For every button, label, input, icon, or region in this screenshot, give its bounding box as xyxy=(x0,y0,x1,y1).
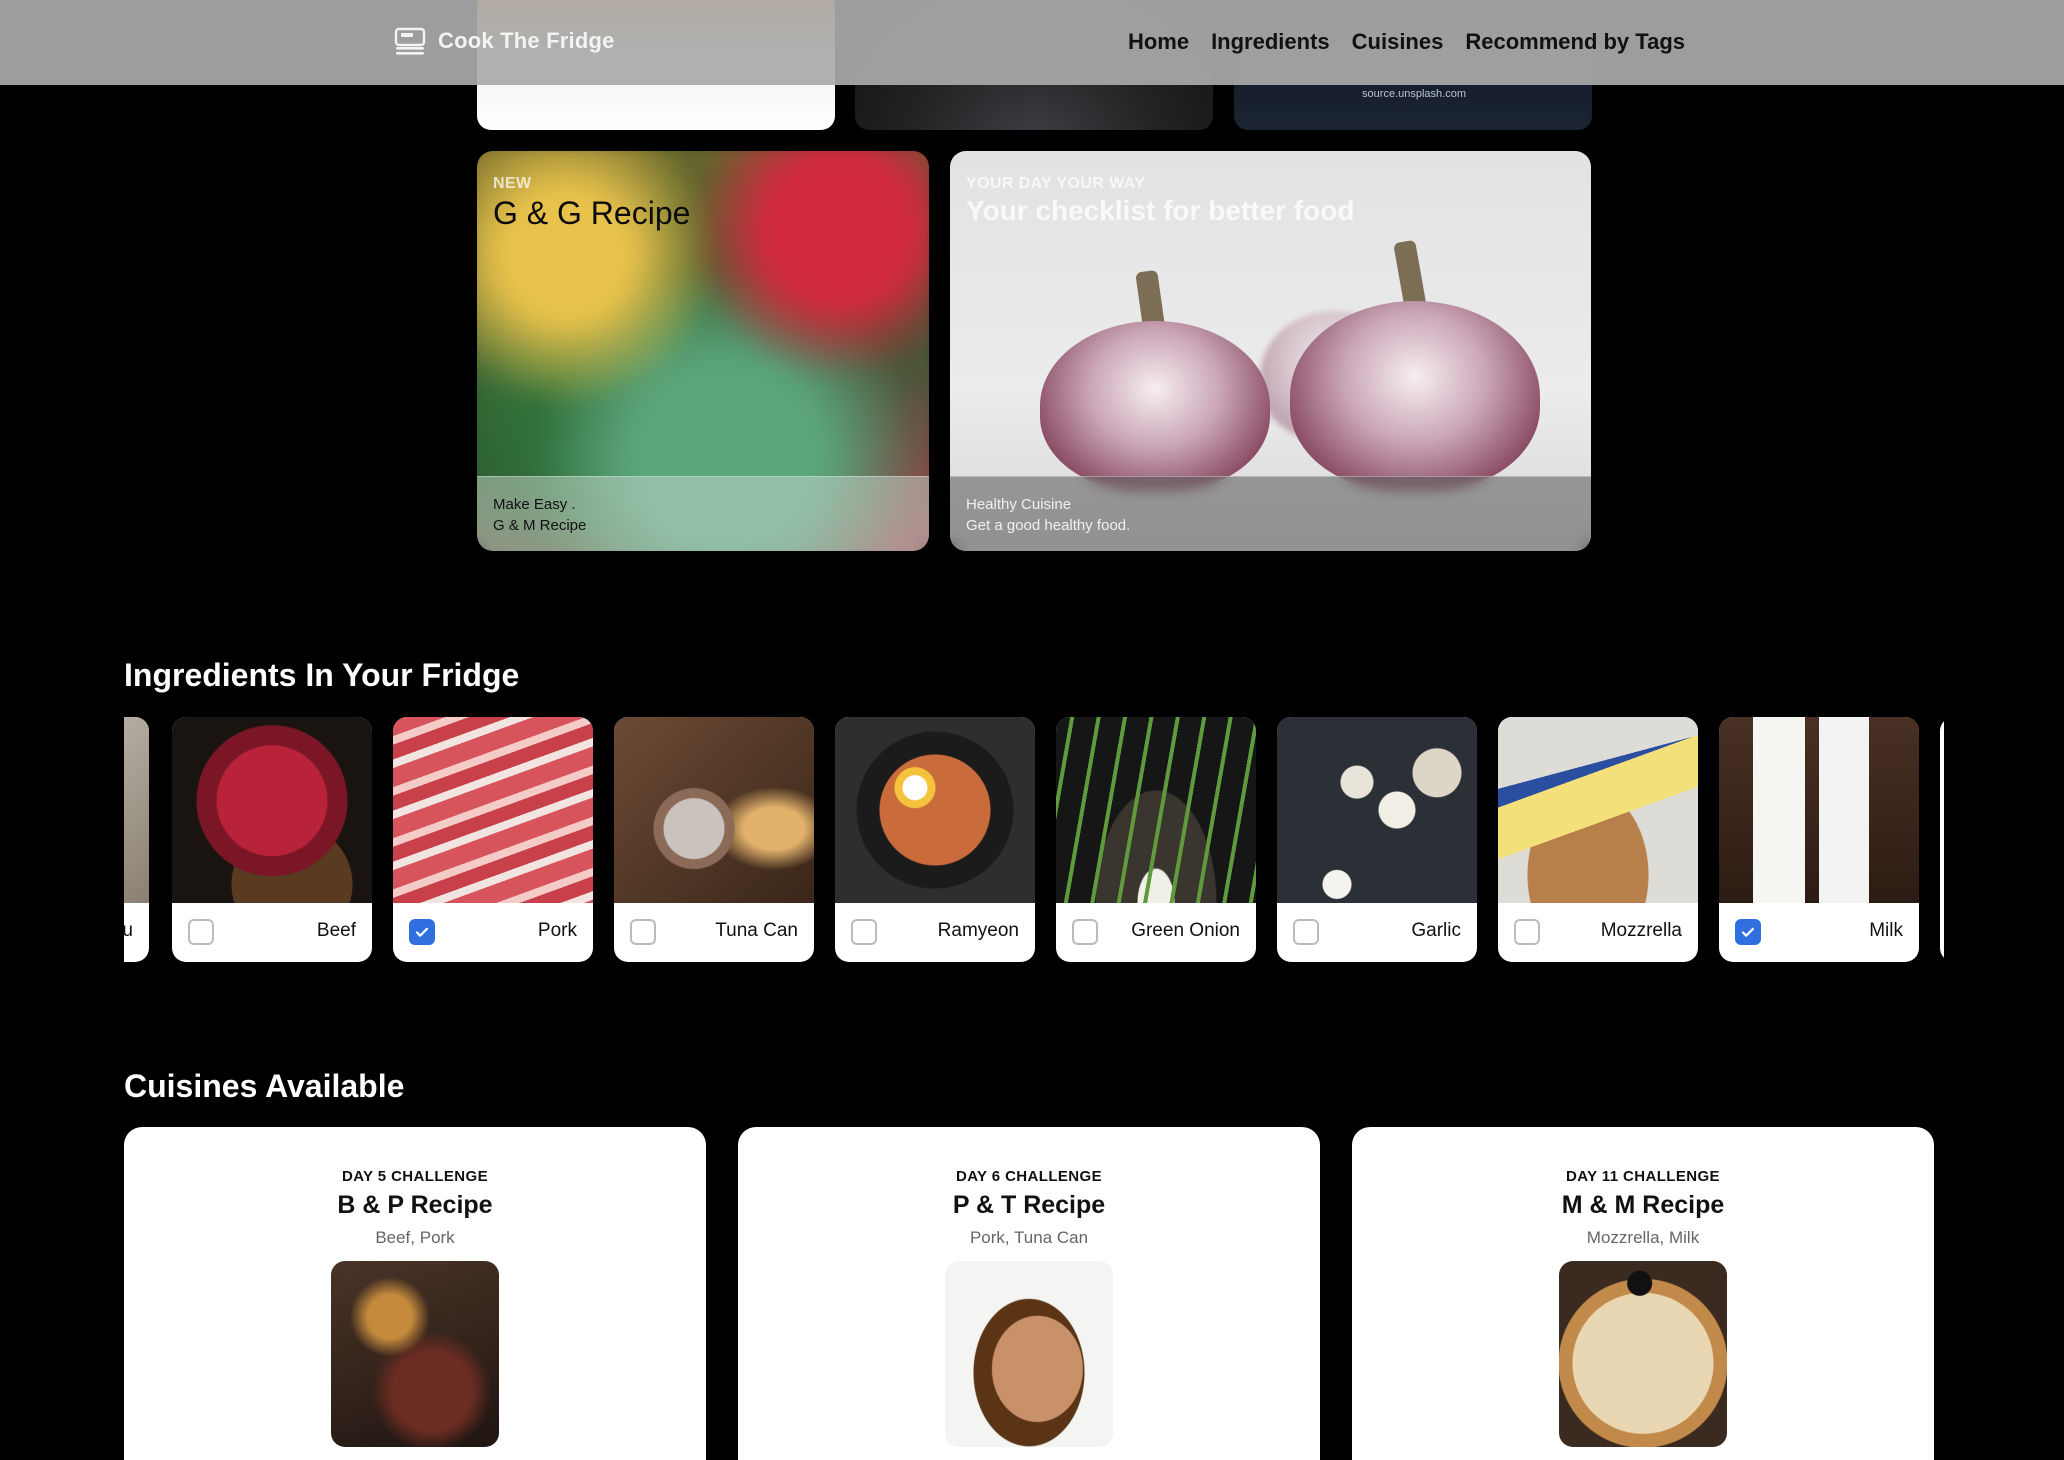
beef-image xyxy=(172,717,372,903)
hero-title: G & G Recipe xyxy=(493,195,691,231)
cuisines-section-title: Cuisines Available xyxy=(124,1068,405,1104)
top-navbar: Cook The Fridge Home Ingredients Cuisine… xyxy=(0,0,2064,85)
cuisine-title: M & M Recipe xyxy=(1561,1191,1725,1219)
hero-footer-line1: Healthy Cuisine xyxy=(966,496,1072,513)
hero-card-header: YOUR DAY YOUR WAY Your checklist for bet… xyxy=(966,175,1354,227)
ingredient-card-milk[interactable]: Milk xyxy=(1719,717,1919,962)
hero-card-header: NEW G & G Recipe xyxy=(493,175,690,232)
ingredient-card-partial-right[interactable] xyxy=(1940,717,1944,962)
ingredient-checkbox[interactable] xyxy=(409,919,435,945)
mozzrella-image xyxy=(1498,717,1698,903)
ingredients-section-title: Ingredients In Your Fridge xyxy=(124,657,520,693)
cuisine-title: B & P Recipe xyxy=(337,1191,493,1219)
hero-title: Your checklist for better food xyxy=(966,195,1355,226)
ingredient-card-green-onion[interactable]: Green Onion xyxy=(1056,717,1256,962)
pizza-image xyxy=(1559,1261,1727,1447)
ingredients-carousel[interactable]: u Beef Pork Tuna Can Ramyeon Green Onion… xyxy=(124,717,1944,962)
ingredient-name: u xyxy=(124,920,133,941)
fridge-logo-icon xyxy=(394,27,426,55)
cuisine-title: P & T Recipe xyxy=(952,1191,1106,1219)
hero-footer-line2: G & M Recipe xyxy=(493,517,587,534)
ingredient-card-partial-left[interactable]: u xyxy=(124,717,149,962)
check-icon xyxy=(415,927,429,937)
ingredient-name: Mozzrella xyxy=(1600,920,1682,941)
hero-eyebrow: YOUR DAY YOUR WAY xyxy=(966,175,1146,192)
pork-image xyxy=(393,717,593,903)
nav-recommend-by-tags[interactable]: Recommend by Tags xyxy=(1465,29,1685,55)
nav-cuisines[interactable]: Cuisines xyxy=(1352,29,1444,55)
ingredient-name: Green Onion xyxy=(1131,920,1240,941)
nav-home[interactable]: Home xyxy=(1128,29,1189,55)
ingredient-checkbox[interactable] xyxy=(851,919,877,945)
cuisine-ingredients: Pork, Tuna Can xyxy=(969,1228,1089,1247)
cuisine-eyebrow: DAY 6 CHALLENGE xyxy=(955,1168,1103,1185)
ingredient-checkbox[interactable] xyxy=(1735,919,1761,945)
tuna-can-image xyxy=(614,717,814,903)
ingredient-card-pork[interactable]: Pork xyxy=(393,717,593,962)
milk-image xyxy=(1719,717,1919,903)
hero-eyebrow: NEW xyxy=(493,175,532,192)
ingredient-card-tuna-can[interactable]: Tuna Can xyxy=(614,717,814,962)
hero-card-footer: Healthy Cuisine Get a good healthy food. xyxy=(950,476,1591,551)
cuisine-card-mm-recipe[interactable]: DAY 11 CHALLENGE M & M Recipe Mozzrella,… xyxy=(1352,1127,1934,1460)
hero-card-gg-recipe[interactable]: NEW G & G Recipe Make Easy . G & M Recip… xyxy=(477,151,929,551)
hero-card-checklist[interactable]: YOUR DAY YOUR WAY Your checklist for bet… xyxy=(950,151,1591,551)
ingredient-card-beef[interactable]: Beef xyxy=(172,717,372,962)
ingredient-card-garlic[interactable]: Garlic xyxy=(1277,717,1477,962)
ingredient-checkbox[interactable] xyxy=(1072,919,1098,945)
brand-link[interactable]: Cook The Fridge xyxy=(394,26,615,56)
ingredient-name: Beef xyxy=(316,920,356,941)
hero-footer-line2: Get a good healthy food. xyxy=(966,517,1131,534)
ingredient-name: Garlic xyxy=(1411,920,1461,941)
cuisine-card-bp-recipe[interactable]: DAY 5 CHALLENGE B & P Recipe Beef, Pork xyxy=(124,1127,706,1460)
nav-links: Home Ingredients Cuisines Recommend by T… xyxy=(1128,29,1685,55)
brand-name: Cook The Fridge xyxy=(438,28,615,53)
garlic-image xyxy=(1277,717,1477,903)
ingredient-checkbox[interactable] xyxy=(630,919,656,945)
nav-ingredients[interactable]: Ingredients xyxy=(1211,29,1330,55)
ingredient-checkbox[interactable] xyxy=(1293,919,1319,945)
ingredient-image xyxy=(124,717,149,903)
green-onion-image xyxy=(1056,717,1256,903)
hero-footer-line1: Make Easy . xyxy=(493,496,576,513)
cuisine-card-pt-recipe[interactable]: DAY 6 CHALLENGE P & T Recipe Pork, Tuna … xyxy=(738,1127,1320,1460)
ingredient-name: Tuna Can xyxy=(715,920,798,941)
check-icon xyxy=(1741,927,1755,937)
ingredient-checkbox[interactable] xyxy=(188,919,214,945)
ingredient-name: Pork xyxy=(537,920,577,941)
grilled-pork-image xyxy=(945,1261,1113,1447)
steak-image xyxy=(331,1261,499,1447)
image-credit: source.unsplash.com xyxy=(1362,88,1466,100)
cuisine-ingredients: Beef, Pork xyxy=(375,1228,455,1247)
cuisine-eyebrow: DAY 11 CHALLENGE xyxy=(1566,1168,1720,1185)
ingredient-name: Ramyeon xyxy=(937,920,1019,941)
ingredient-checkbox[interactable] xyxy=(1514,919,1540,945)
ingredient-name: Milk xyxy=(1869,920,1903,941)
ingredient-card-ramyeon[interactable]: Ramyeon xyxy=(835,717,1035,962)
hero-card-footer: Make Easy . G & M Recipe xyxy=(477,476,929,551)
ingredient-card-mozzrella[interactable]: Mozzrella xyxy=(1498,717,1698,962)
cuisine-ingredients: Mozzrella, Milk xyxy=(1586,1228,1700,1247)
cuisine-eyebrow: DAY 5 CHALLENGE xyxy=(341,1168,489,1185)
ramyeon-image xyxy=(835,717,1035,903)
